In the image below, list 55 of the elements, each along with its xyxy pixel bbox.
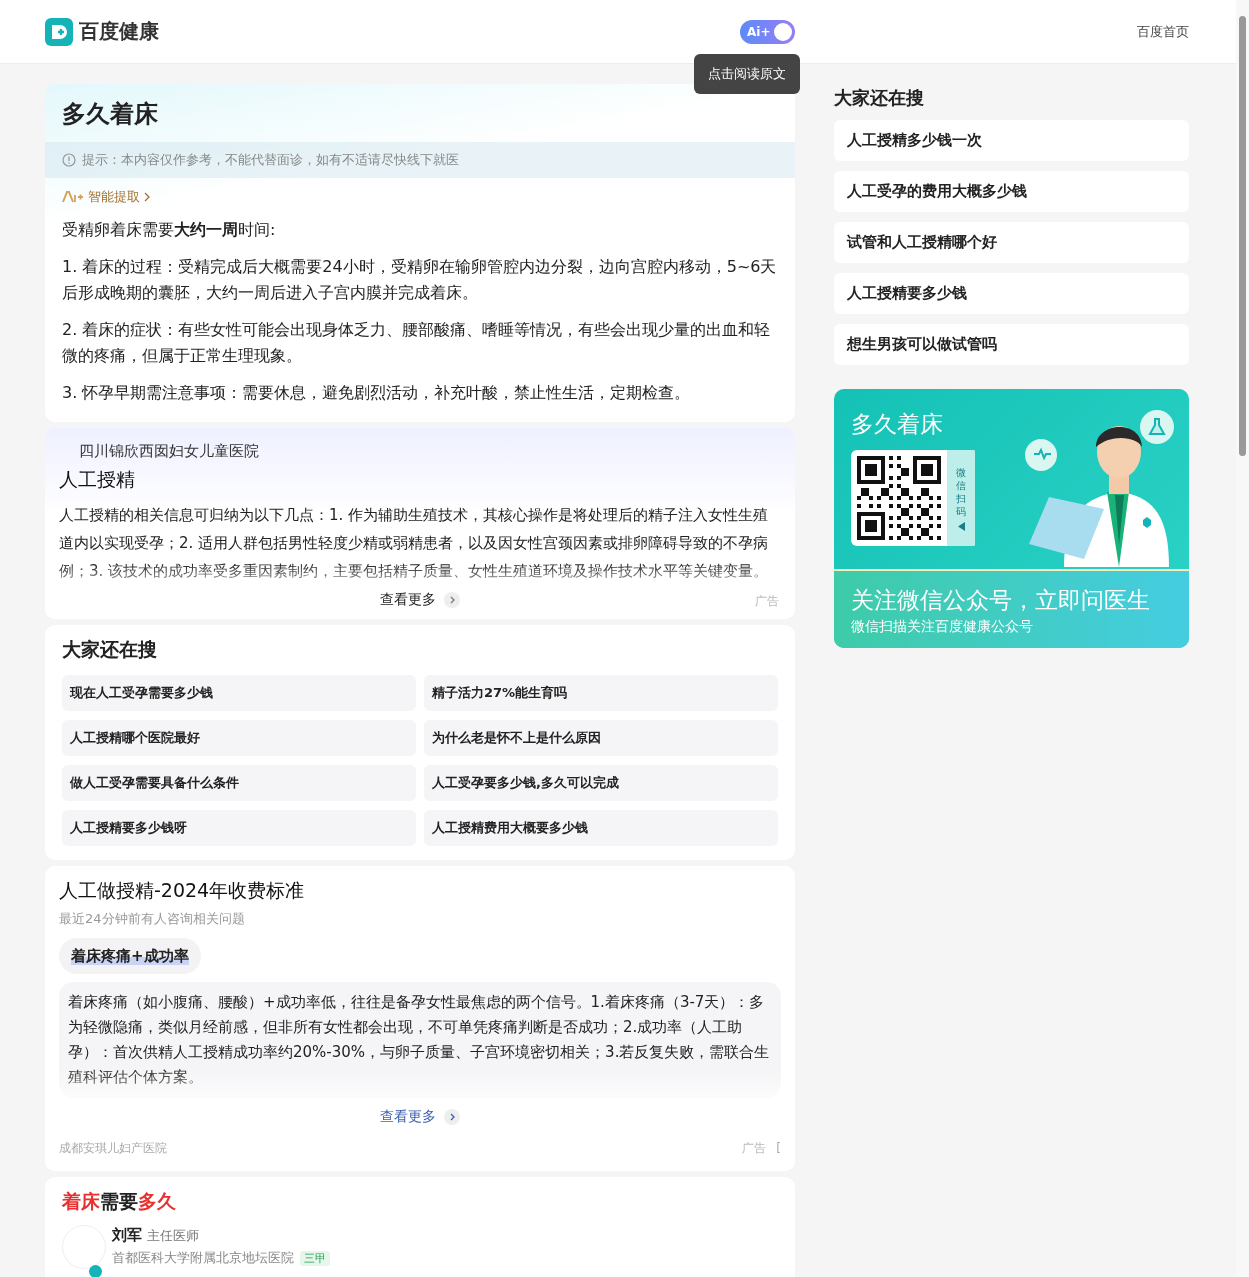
search-suggestion[interactable]: 为什么老是怀不上是什么原因 bbox=[424, 720, 778, 756]
notice-text: 提示：本内容仅作参考，不能代替面诊，如有不适请尽快线下就医 bbox=[82, 151, 459, 169]
search-suggestion[interactable]: 人工受孕的费用大概多少钱 bbox=[834, 171, 1189, 212]
ad-label: 广告 bbox=[742, 1141, 767, 1155]
promo-title: 多久着床 bbox=[851, 410, 944, 439]
answer-paragraph: 2. 着床的症状：有些女性可能会出现身体乏力、腰部酸痛、嗜睡等情况，有些会出现少量的出血和轻微的疼痛，但属于正常生理现象。 bbox=[61, 319, 772, 367]
search-suggestion[interactable]: 人工授精要多少钱 bbox=[834, 273, 1189, 314]
ad-text: 人工授精的相关信息可归纳为以下几点：1. 作为辅助生殖技术，其核心操作是将处理后的精子注入女性生殖道内以实现受孕；2. 适用人群包括男性轻度少精或弱精患者，以及因女性宫颈因素或排卵障碍导致的不孕病例；3. 该技术的成功率受多重因素制约，主要包括精子质量、女性生殖道环境及操作技术水平等关键变量。 bbox=[59, 505, 770, 582]
doctor-name: 刘军 bbox=[112, 1226, 142, 1244]
see-more-link[interactable]: 查看更多 bbox=[380, 1108, 460, 1126]
grade-badge: 三甲 bbox=[300, 1250, 330, 1266]
promo-subtitle: 微信扫描关注百度健康公众号 bbox=[851, 618, 1034, 636]
promo-headline: 关注微信公众号，立即问医生 bbox=[851, 586, 1151, 615]
search-suggestion[interactable]: 人工授精要多少钱呀 bbox=[62, 810, 416, 846]
ad-title: 人工做授精-2024年收费标准 bbox=[59, 878, 306, 903]
see-more-link[interactable]: 查看更多 bbox=[380, 591, 460, 609]
answer-paragraph: 1. 着床的过程：受精完成后大概需要24小时，受精卵在输卵管腔内边分裂，边向宫腔内移动，5~6天后形成晚期的囊胚，大约一周后进入子宫内膜并完成着床。 bbox=[61, 256, 778, 304]
home-link[interactable]: 百度首页 bbox=[1137, 22, 1189, 41]
topic-tag[interactable]: 着床疼痛+成功率 bbox=[59, 938, 201, 974]
doctor-title: 主任医师 bbox=[147, 1228, 200, 1243]
section-title: 大家还在搜 bbox=[834, 86, 925, 110]
search-suggestion[interactable]: 人工授精多少钱一次 bbox=[834, 120, 1189, 161]
ad-subtitle: 最近24分钟前有人咨询相关问题 bbox=[59, 910, 246, 928]
ai-extract-link[interactable]: 智能提取 bbox=[62, 188, 150, 206]
ad-title: 人工授精 bbox=[59, 467, 136, 492]
hospital-name: 四川锦欣西囡妇女儿童医院 bbox=[78, 442, 260, 461]
ad-text: 着床疼痛（如小腹痛、腰酸）+成功率低，往往是备孕女性最焦虑的两个信号。1.着床疼痛（3-7天）：多为轻微隐痛，类似月经前感，但非所有女性都会出现，不可单凭疼痛判断是否成功；2.成功率（人工助孕）：首次供精人工授精成功率约20%-30%，与卵子质量、子宫环境密切相关；3.若反复失败，需联合生殖科评估个体方案。 bbox=[59, 982, 781, 1098]
article-title: 多久着床 bbox=[61, 99, 159, 130]
chevron-right-icon bbox=[444, 592, 460, 608]
search-suggestion[interactable]: 人工受孕要多少钱,多久可以完成 bbox=[424, 765, 778, 801]
qr-label: 微信扫码 bbox=[956, 465, 966, 518]
search-suggestion[interactable]: 人工授精哪个医院最好 bbox=[62, 720, 416, 756]
search-suggestion[interactable]: 想生男孩可以做试管吗 bbox=[834, 324, 1189, 365]
corner-mark: [ bbox=[776, 1141, 781, 1155]
section-title: 着床需要多久 bbox=[62, 1189, 177, 1214]
answer-paragraph: 3. 怀孕早期需注意事项：需要休息，避免剧烈活动，补充叶酸，禁止性生活，定期检查。 bbox=[61, 382, 692, 404]
info-icon bbox=[62, 153, 76, 167]
search-suggestion[interactable]: 现在人工受孕需要多少钱 bbox=[62, 675, 416, 711]
tooltip: 点击阅读原文 bbox=[694, 54, 800, 94]
search-suggestion[interactable]: 人工授精费用大概要多少钱 bbox=[424, 810, 778, 846]
section-title: 大家还在搜 bbox=[62, 637, 158, 662]
ai-logo-icon bbox=[62, 191, 84, 203]
doctor-hospital: 首都医科大学附属北京地坛医院 bbox=[112, 1249, 294, 1267]
ad-label: 广告 bbox=[755, 593, 779, 610]
logo-icon bbox=[45, 17, 73, 46]
logo-text: 百度健康 bbox=[79, 18, 159, 45]
search-suggestion[interactable]: 精子活力27%能生育吗 bbox=[424, 675, 778, 711]
qr-code-icon bbox=[851, 450, 947, 546]
chevron-right-icon bbox=[444, 1109, 460, 1125]
arrow-left-icon bbox=[957, 521, 965, 531]
search-suggestion[interactable]: 试管和人工授精哪个好 bbox=[834, 222, 1189, 263]
summary-text: 受精卵着床需要大约一周时间: bbox=[61, 219, 277, 241]
chevron-right-icon bbox=[144, 192, 150, 202]
hospital-name: 成都安琪儿妇产医院 bbox=[59, 1140, 167, 1157]
search-suggestion[interactable]: 做人工受孕需要具备什么条件 bbox=[62, 765, 416, 801]
